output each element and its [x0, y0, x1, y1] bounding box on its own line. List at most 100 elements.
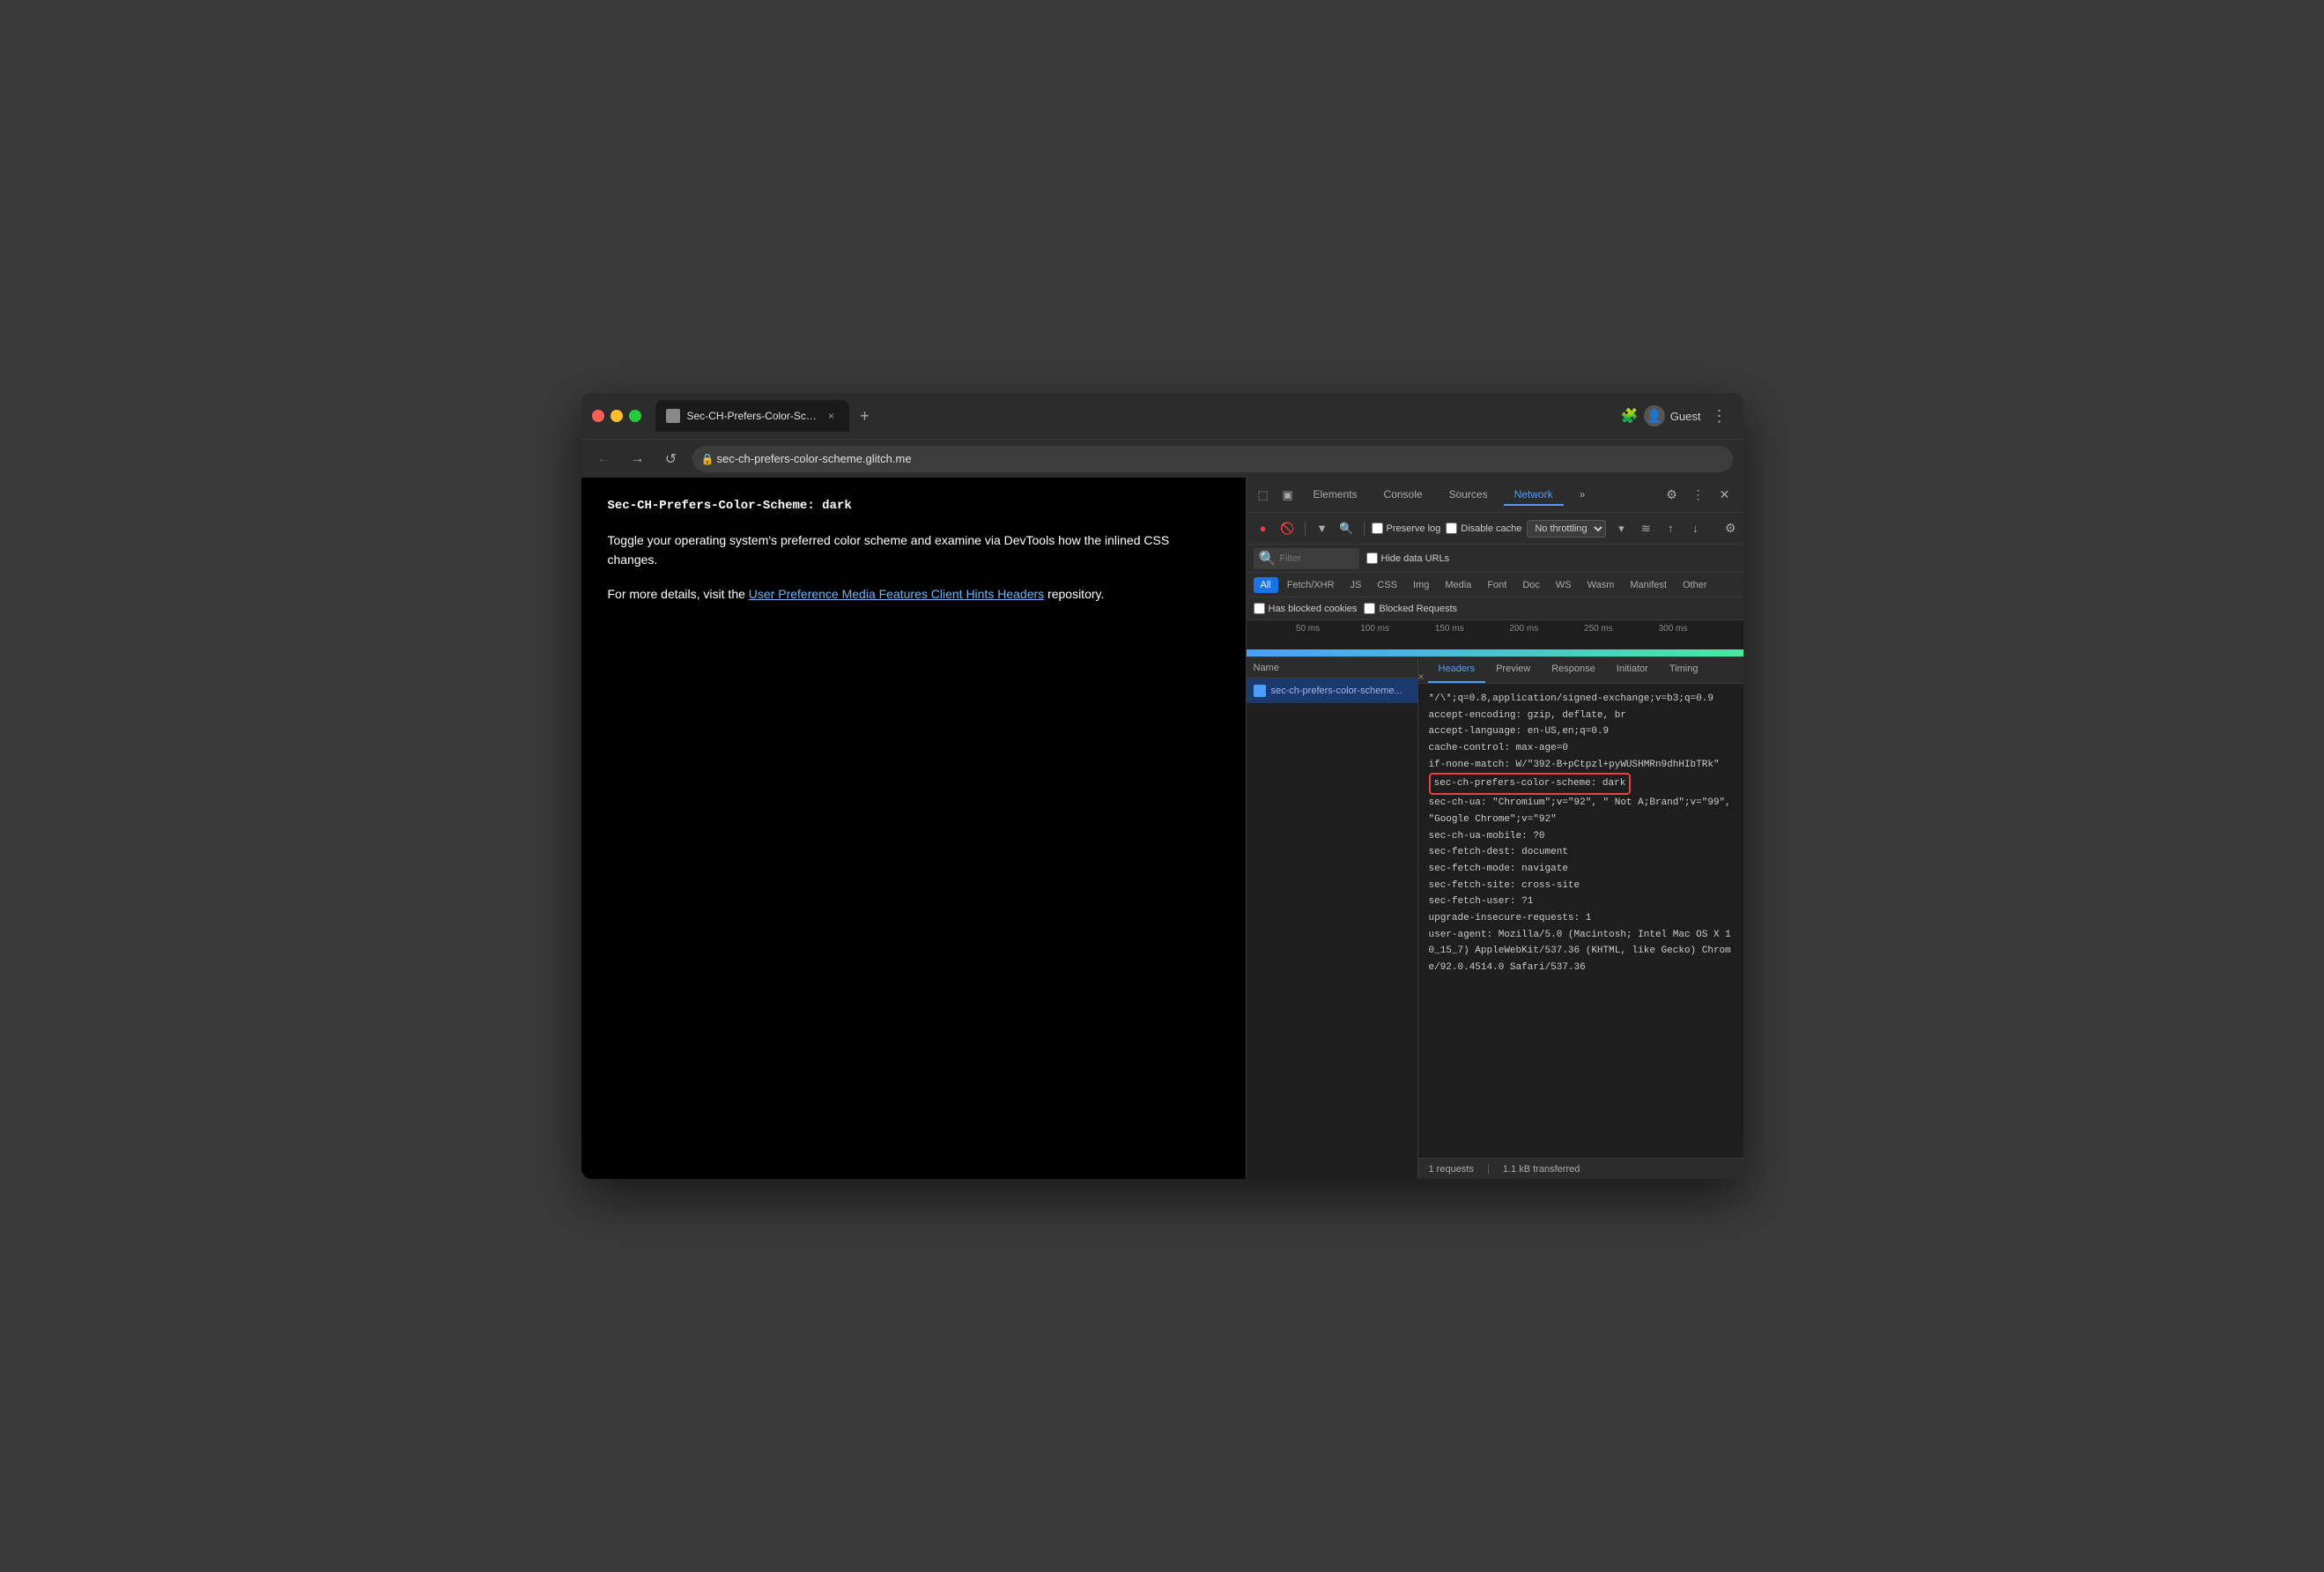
throttle-select[interactable]: No throttling [1527, 520, 1606, 538]
tab-network[interactable]: Network [1504, 485, 1564, 506]
request-item-favicon [1254, 685, 1266, 697]
disable-cache-checkbox[interactable]: Disable cache [1446, 523, 1521, 534]
webpage-content: Sec-CH-Prefers-Color-Scheme: dark Toggle… [581, 478, 1246, 1179]
cursor-tool-icon[interactable]: ⬚ [1254, 486, 1273, 505]
paragraph2-suffix: repository. [1047, 587, 1104, 601]
type-filter-bar: All Fetch/XHR JS CSS Img Media Font Doc … [1247, 573, 1743, 597]
detail-tab-preview[interactable]: Preview [1485, 657, 1541, 683]
request-item-name: sec-ch-prefers-color-scheme... [1271, 686, 1403, 696]
extension-icon[interactable]: 🧩 [1621, 407, 1639, 425]
header-line-7: sec-fetch-dest: document [1429, 844, 1733, 861]
title-bar: Sec-CH-Prefers-Color-Schem... × + 🧩 👤 Gu… [581, 393, 1743, 439]
preserve-log-input[interactable] [1372, 523, 1383, 534]
browser-more-button[interactable]: ⋮ [1706, 405, 1733, 427]
blocked-requests-input[interactable] [1364, 603, 1375, 614]
webpage-paragraph2: For more details, visit the User Prefere… [608, 584, 1219, 604]
type-btn-doc[interactable]: Doc [1515, 577, 1547, 593]
request-list-header: Name [1247, 657, 1417, 678]
blocked-bar: Has blocked cookies Blocked Requests [1247, 597, 1743, 620]
maximize-traffic-light[interactable] [629, 410, 641, 422]
type-btn-css[interactable]: CSS [1370, 577, 1404, 593]
header-line-11: upgrade-insecure-requests: 1 [1429, 910, 1733, 927]
type-btn-wasm[interactable]: Wasm [1580, 577, 1622, 593]
detail-close-button[interactable]: × [1418, 671, 1425, 683]
filter-input-wrapper: 🔍 [1254, 548, 1359, 569]
network-settings-icon[interactable]: ⚙ [1725, 521, 1736, 536]
tab-console[interactable]: Console [1373, 485, 1433, 506]
detail-tab-response[interactable]: Response [1541, 657, 1606, 683]
record-button[interactable]: ● [1254, 519, 1273, 538]
devtools-more-button[interactable]: ⋮ [1687, 484, 1710, 507]
header-line-12: user-agent: Mozilla/5.0 (Macintosh; Inte… [1429, 927, 1733, 976]
profile-area: 🧩 👤 Guest ⋮ [1621, 405, 1733, 427]
status-bar: 1 requests 1.1 kB transferred [1418, 1158, 1743, 1179]
forward-button[interactable]: → [625, 447, 650, 471]
timeline-label-250ms: 250 ms [1584, 624, 1613, 634]
header-line-1: accept-encoding: gzip, deflate, br [1429, 708, 1733, 724]
preserve-log-label: Preserve log [1387, 523, 1441, 534]
tab-sources[interactable]: Sources [1439, 485, 1499, 506]
type-btn-manifest[interactable]: Manifest [1623, 577, 1674, 593]
tab-elements[interactable]: Elements [1303, 485, 1368, 506]
filter-icon[interactable]: ▼ [1313, 519, 1332, 538]
request-list-item[interactable]: sec-ch-prefers-color-scheme... [1247, 678, 1417, 703]
address-input[interactable]: sec-ch-prefers-color-scheme.glitch.me [692, 446, 1733, 472]
hide-data-urls-input[interactable] [1366, 552, 1378, 564]
filter-input[interactable] [1279, 553, 1350, 564]
header-line-5: sec-ch-ua: "Chromium";v="92", " Not A;Br… [1429, 795, 1733, 827]
header-line-3: cache-control: max-age=0 [1429, 740, 1733, 757]
header-line-10: sec-fetch-user: ?1 [1429, 894, 1733, 910]
type-btn-other[interactable]: Other [1676, 577, 1714, 593]
minimize-traffic-light[interactable] [611, 410, 623, 422]
close-traffic-light[interactable] [592, 410, 604, 422]
preserve-log-checkbox[interactable]: Preserve log [1372, 523, 1441, 534]
devtools-settings-button[interactable]: ⚙ [1661, 484, 1684, 507]
detail-tab-timing[interactable]: Timing [1659, 657, 1709, 683]
disable-cache-input[interactable] [1446, 523, 1457, 534]
browser-tab[interactable]: Sec-CH-Prefers-Color-Schem... × [655, 400, 849, 432]
back-button[interactable]: ← [592, 447, 617, 471]
has-blocked-cookies-checkbox[interactable]: Has blocked cookies [1254, 603, 1358, 614]
detail-tab-headers[interactable]: Headers [1428, 657, 1486, 683]
highlighted-header-value: sec-ch-prefers-color-scheme: dark [1429, 773, 1632, 795]
type-btn-ws[interactable]: WS [1549, 577, 1579, 593]
tab-more[interactable]: » [1569, 485, 1596, 506]
import-icon[interactable]: ↑ [1661, 519, 1680, 538]
hide-data-urls-checkbox[interactable]: Hide data URLs [1366, 552, 1450, 564]
clear-button[interactable]: 🚫 [1278, 519, 1298, 538]
timeline-fill [1247, 649, 1743, 656]
webpage-title: Sec-CH-Prefers-Color-Scheme: dark [608, 499, 1219, 513]
tab-close-button[interactable]: × [825, 409, 839, 423]
disable-cache-label: Disable cache [1461, 523, 1521, 534]
address-bar: ← → ↺ 🔒 sec-ch-prefers-color-scheme.glit… [581, 439, 1743, 478]
devtools-close-button[interactable]: ✕ [1713, 484, 1736, 507]
header-line-4: if-none-match: W/"392-B+pCtpzl+pyWUSHMRn… [1429, 757, 1733, 774]
type-btn-font[interactable]: Font [1480, 577, 1514, 593]
header-line-0: */\*;q=0.8,application/signed-exchange;v… [1429, 691, 1733, 708]
detail-panel: × Headers Preview Response Initiator Tim… [1418, 657, 1743, 1179]
detail-tab-initiator[interactable]: Initiator [1606, 657, 1659, 683]
throttle-chevron-icon[interactable]: ▾ [1611, 519, 1631, 538]
devtools-topbar: ⬚ ▣ Elements Console Sources Network » ⚙… [1247, 478, 1743, 513]
blocked-requests-label: Blocked Requests [1379, 604, 1457, 614]
webpage-link[interactable]: User Preference Media Features Client Hi… [749, 587, 1044, 601]
blocked-requests-checkbox[interactable]: Blocked Requests [1364, 603, 1457, 614]
reload-button[interactable]: ↺ [659, 447, 684, 471]
type-btn-media[interactable]: Media [1438, 577, 1478, 593]
status-divider [1488, 1164, 1489, 1175]
search-icon[interactable]: 🔍 [1337, 519, 1357, 538]
export-icon[interactable]: ↓ [1685, 519, 1705, 538]
address-wrapper: 🔒 sec-ch-prefers-color-scheme.glitch.me [692, 446, 1733, 472]
new-tab-button[interactable]: + [853, 404, 877, 428]
has-blocked-cookies-input[interactable] [1254, 603, 1265, 614]
wifi-icon[interactable]: ≋ [1636, 519, 1655, 538]
type-btn-js[interactable]: JS [1343, 577, 1369, 593]
header-line-8: sec-fetch-mode: navigate [1429, 861, 1733, 878]
type-btn-img[interactable]: Img [1406, 577, 1436, 593]
toolbar-separator [1305, 522, 1306, 536]
type-btn-all[interactable]: All [1254, 577, 1278, 593]
type-btn-fetch-xhr[interactable]: Fetch/XHR [1280, 577, 1342, 593]
device-tool-icon[interactable]: ▣ [1278, 486, 1298, 505]
paragraph2-prefix: For more details, visit the [608, 587, 749, 601]
main-content: Sec-CH-Prefers-Color-Scheme: dark Toggle… [581, 478, 1743, 1179]
